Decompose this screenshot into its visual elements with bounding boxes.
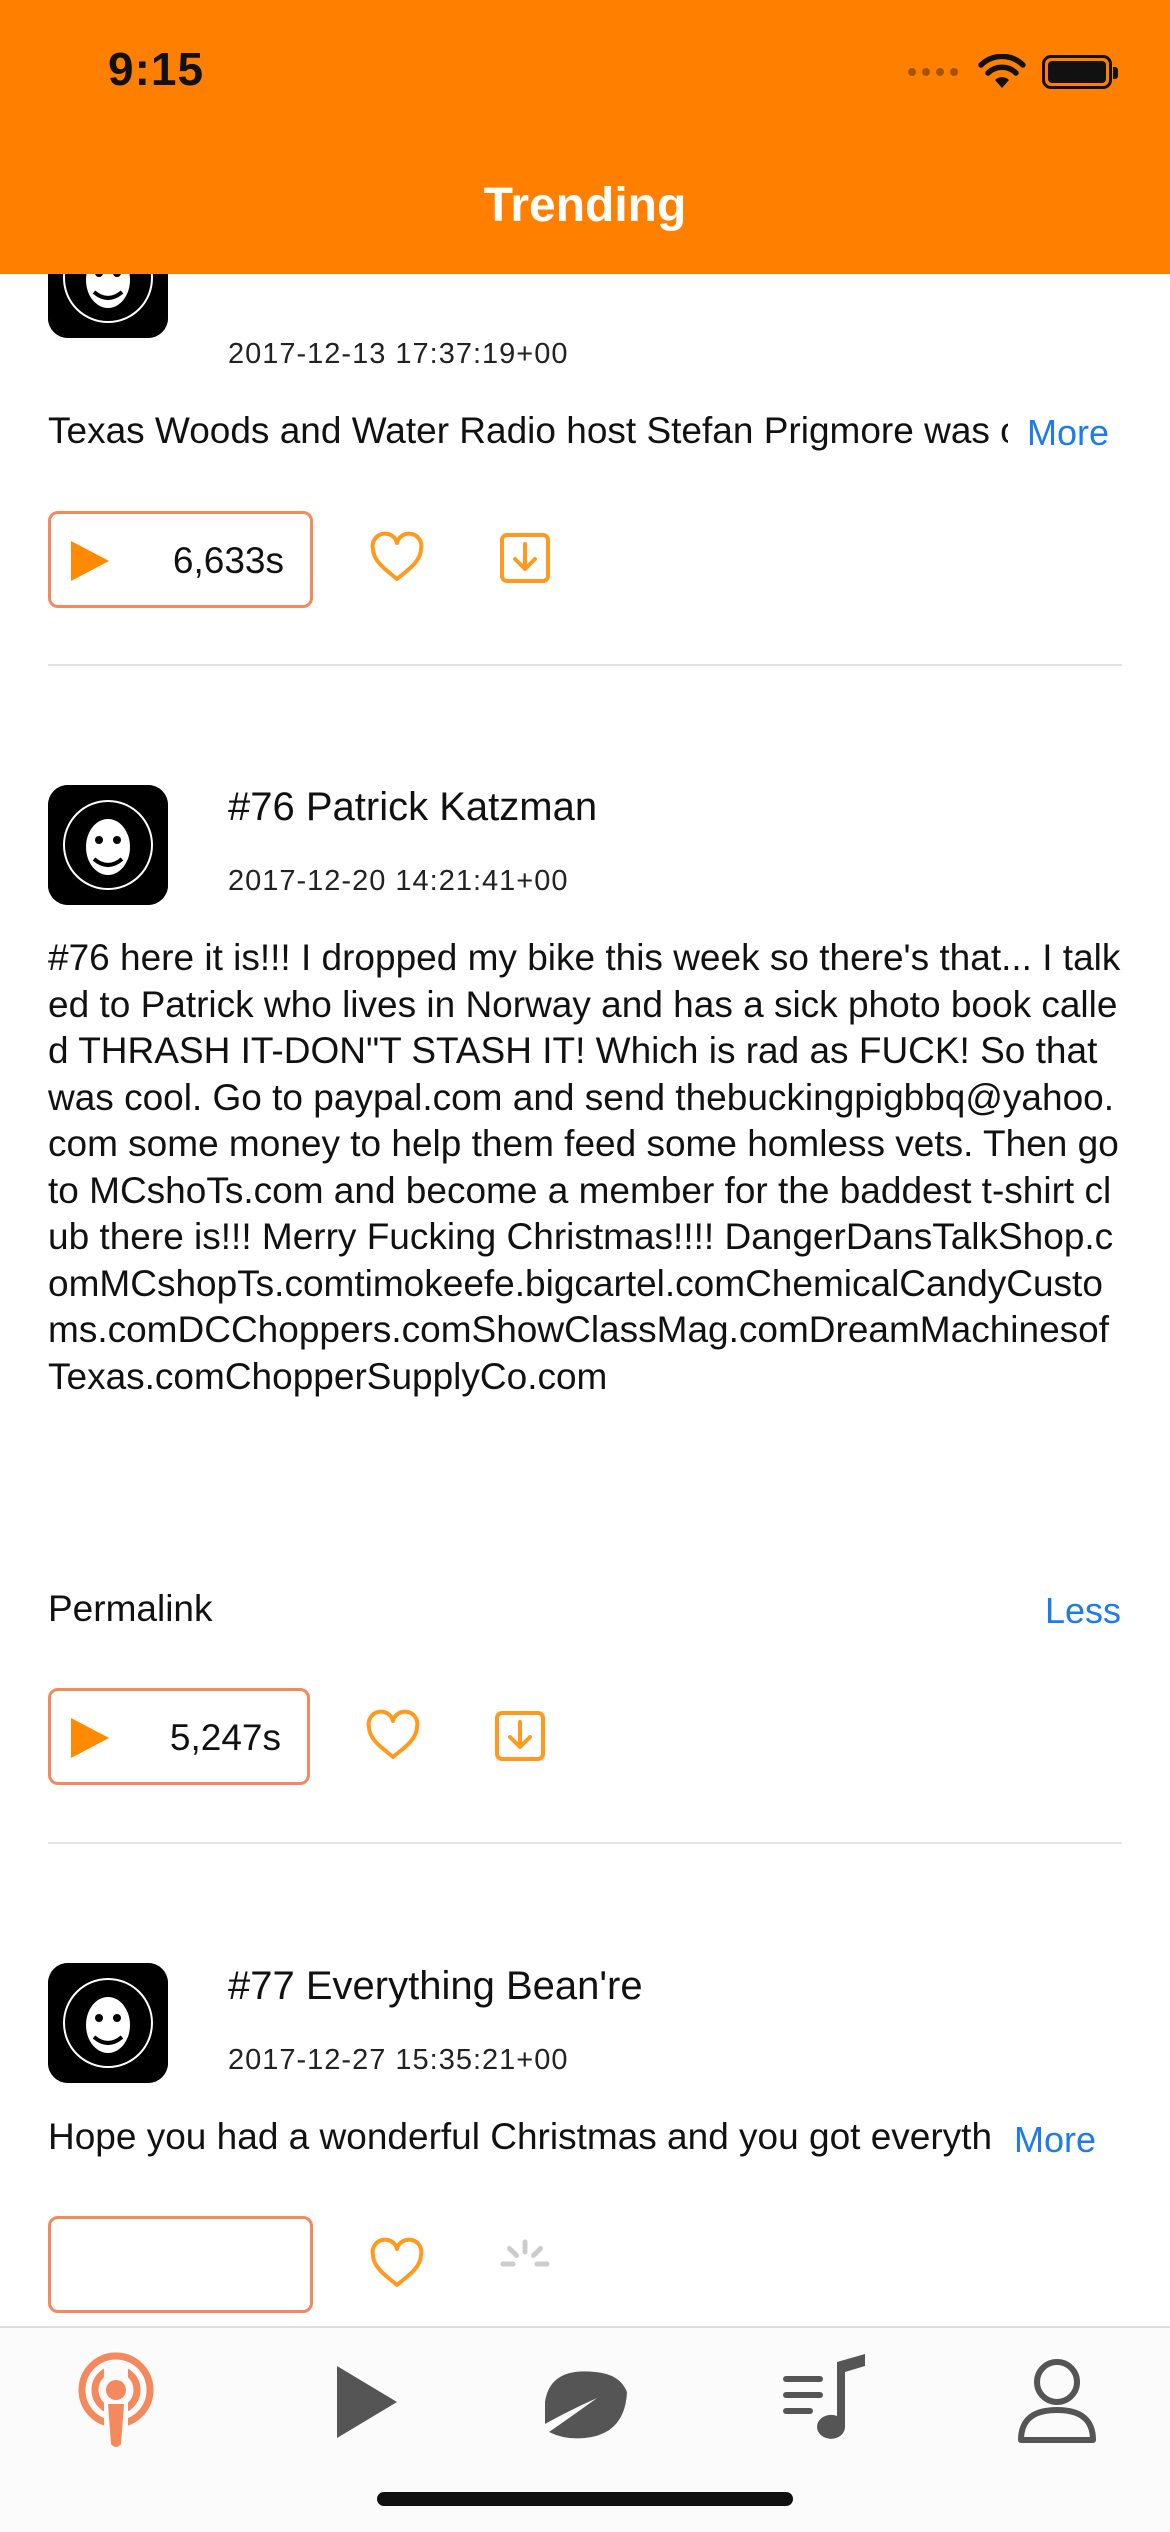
loading-spinner-icon bbox=[500, 2239, 550, 2267]
less-link[interactable]: Less bbox=[1045, 1590, 1121, 1632]
more-link[interactable]: More bbox=[1027, 412, 1109, 454]
page-title: Trending bbox=[483, 179, 687, 232]
status-indicators bbox=[908, 54, 1118, 90]
heart-icon[interactable] bbox=[369, 2236, 425, 2292]
more-link[interactable]: More bbox=[1014, 2119, 1096, 2161]
heart-icon[interactable] bbox=[365, 1708, 421, 1764]
podcast-avatar bbox=[48, 274, 168, 338]
wifi-icon bbox=[978, 54, 1026, 88]
play-icon bbox=[71, 541, 109, 581]
episode-description: Texas Woods and Water Radio host Stefan … bbox=[48, 410, 1008, 451]
app-header: 9:15 Trending bbox=[0, 0, 1170, 274]
episode-date: 2017-12-27 15:35:21+00 bbox=[228, 2044, 569, 2076]
leaf-icon[interactable] bbox=[535, 2352, 635, 2452]
episode-description-text: #76 here it is!!! I dropped my bike this… bbox=[48, 937, 1121, 1257]
profile-icon[interactable] bbox=[1007, 2352, 1107, 2452]
podcast-avatar bbox=[48, 1963, 168, 2083]
episode-feed[interactable]: 2017-12-13 17:37:19+00 Texas Woods and W… bbox=[0, 274, 1170, 2326]
play-button[interactable]: 6,633s bbox=[48, 511, 313, 608]
episode-description: Hope you had a wonderful Christmas and y… bbox=[48, 2116, 994, 2157]
episode-title: #77 Everything Bean're bbox=[228, 1964, 643, 2008]
play-icon bbox=[71, 1718, 109, 1758]
download-icon[interactable] bbox=[492, 1708, 548, 1764]
permalink-link[interactable]: Permalink bbox=[48, 1588, 213, 1630]
status-time: 9:15 bbox=[108, 43, 205, 95]
episode-duration: 5,247s bbox=[169, 1717, 281, 1758]
home-indicator[interactable] bbox=[377, 2492, 793, 2506]
playlist-icon[interactable] bbox=[775, 2352, 875, 2452]
episode-date: 2017-12-20 14:21:41+00 bbox=[228, 865, 569, 897]
podcast-icon[interactable] bbox=[66, 2352, 166, 2452]
episode-title: #76 Patrick Katzman bbox=[228, 785, 598, 829]
play-button[interactable]: 5,247s bbox=[48, 1688, 310, 1785]
divider bbox=[48, 664, 1122, 666]
episode-duration: 6,633s bbox=[172, 540, 284, 581]
cellular-signal-icon bbox=[908, 68, 958, 76]
heart-icon[interactable] bbox=[369, 530, 425, 586]
podcast-avatar bbox=[48, 785, 168, 905]
play-icon[interactable] bbox=[315, 2352, 415, 2452]
play-button[interactable] bbox=[48, 2216, 313, 2313]
divider bbox=[48, 1842, 1122, 1844]
episode-description: #76 here it is!!! I dropped my bike this… bbox=[48, 935, 1122, 1400]
download-icon[interactable] bbox=[497, 530, 553, 586]
episode-date: 2017-12-13 17:37:19+00 bbox=[228, 338, 569, 370]
battery-icon bbox=[1042, 55, 1118, 89]
